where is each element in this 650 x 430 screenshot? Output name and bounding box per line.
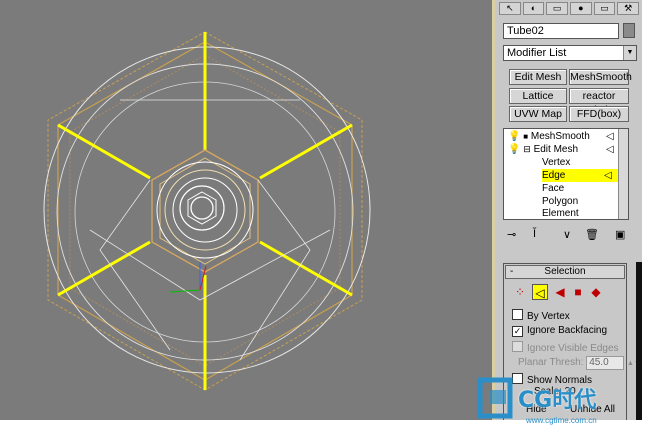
watermark-url: www.cgtime.com.cn [526,416,597,425]
cg-logo-icon [477,377,513,419]
construction-lines [89,99,331,361]
element-level-icon[interactable]: ◆ [588,284,604,300]
chevron-down-icon: ▼ [623,46,636,60]
modifier-stack[interactable]: 💡 ■ MeshSmooth ◁ 💡 ⊟ Edit Mesh ◁ Vertex … [503,128,629,220]
ffd-box-button[interactable]: FFD(box) [569,106,629,122]
vertex-level-icon[interactable]: ⁘ [512,284,528,300]
modifier-list-dropdown[interactable]: Modifier List ▼ [503,45,637,61]
modify-tab-icon[interactable]: ◐ [522,2,545,15]
checkbox-label: Ignore Visible Edges [527,343,619,354]
ignore-backfacing-checkbox[interactable]: ✓ Ignore Backfacing [512,325,607,337]
checkbox-label: Ignore Backfacing [527,325,608,336]
stack-item-label: MeshSmooth [530,131,590,142]
pin-stack-icon[interactable]: ⊸ [507,228,516,241]
by-vertex-checkbox[interactable]: By Vertex [512,309,570,323]
object-name-field[interactable]: Tube02 [503,23,619,39]
collapse-icon: - [510,266,514,277]
checkbox-box [512,341,523,352]
reactor-cloth-button[interactable]: reactor Cloth [569,88,629,116]
show-end-result-icon[interactable]: Ĭ [533,228,536,240]
edge-subobject-icon: ◁ [604,170,612,181]
stack-item-edit-mesh[interactable]: 💡 ⊟ Edit Mesh ◁ [508,143,618,156]
perspective-viewport[interactable] [0,0,492,420]
command-panel-tabs: ↖ ◐ ▭ ● ▭ ⚒ [499,2,640,16]
checkbox-label: By Vertex [527,311,570,322]
stack-item-label: Edit Mesh [533,144,579,155]
stack-subobject-face[interactable]: Face [542,182,564,195]
nut-circle-2 [164,169,246,251]
command-panel: ↖ ◐ ▭ ● ▭ ⚒ Tube02 Modifier List ▼ Edit … [492,0,642,420]
uvw-map-button[interactable]: UVW Map [509,106,567,122]
meshsmooth-button[interactable]: MeshSmooth [569,69,632,85]
stack-toolbar: ⊸ Ĭ ∨ 🗑 ▣ [503,226,631,244]
rollout-title: Selection [544,266,586,277]
stack-item-label: Edge [542,170,566,181]
bolt-hole-inner [190,196,214,220]
stack-subobject-element[interactable]: Element [542,207,579,220]
polygon-level-icon[interactable]: ■ [570,284,586,300]
planar-thresh-input[interactable]: 45.0 [586,356,625,370]
lightbulb-icon[interactable]: 💡 [508,144,520,155]
face-level-icon[interactable]: ◀ [552,284,568,300]
motion-tab-icon[interactable]: ● [570,2,592,15]
lattice-button[interactable]: Lattice [509,88,567,104]
hierarchy-tab-icon[interactable]: ▭ [546,2,569,15]
collapse-icon[interactable]: ⊟ [523,144,531,154]
watermark-brand: CG时代 [518,388,597,413]
checkbox-box [512,309,523,320]
utilities-tab-icon[interactable]: ⚒ [617,2,640,15]
edit-mesh-button[interactable]: Edit Mesh [509,69,567,85]
nut-circle-3 [172,177,238,243]
planar-thresh-row: Planar Thresh: 45.0 ▲▼ [518,356,641,370]
configure-sets-icon[interactable]: ▣ [615,228,625,241]
selection-rollout-header[interactable]: - Selection [505,265,625,279]
nut-circle-1 [156,161,254,259]
expand-icon[interactable]: ■ [523,132,528,141]
display-tab-icon[interactable]: ▭ [593,2,616,15]
stack-subobject-edge[interactable]: Edge ◁ [542,169,620,182]
create-tab-icon[interactable]: ↖ [499,2,521,15]
checkmark-icon: ✓ [512,326,523,337]
planar-thresh-label: Planar Thresh: [518,357,584,368]
outer-circle [43,46,371,374]
watermark-logo: CG时代 www.cgtime.com.cn [474,374,644,428]
transform-gizmo [169,262,207,293]
nut-hex-outer [151,149,259,273]
stack-subobject-vertex[interactable]: Vertex [542,156,570,169]
bolt-hole-outer [179,185,225,231]
modifier-list-label: Modifier List [507,47,567,59]
stack-item-meshsmooth[interactable]: 💡 ■ MeshSmooth ◁ [508,130,618,143]
show-in-viewport-icon[interactable]: ◁ [606,143,614,156]
subobject-level-icons: ⁘ ◁ ◀ ■ ◆ [512,284,612,302]
edge-level-icon[interactable]: ◁ [532,284,548,300]
stack-scrollbar[interactable] [618,129,628,219]
make-unique-icon[interactable]: ∨ [563,228,571,241]
remove-modifier-icon[interactable]: 🗑 [585,228,599,241]
lightbulb-icon[interactable]: 💡 [508,131,520,142]
show-in-viewport-icon[interactable]: ◁ [606,130,614,143]
object-color-swatch[interactable] [623,23,635,38]
ignore-visible-edges-checkbox[interactable]: Ignore Visible Edges [512,341,619,355]
viewport-wireframe [43,31,371,391]
